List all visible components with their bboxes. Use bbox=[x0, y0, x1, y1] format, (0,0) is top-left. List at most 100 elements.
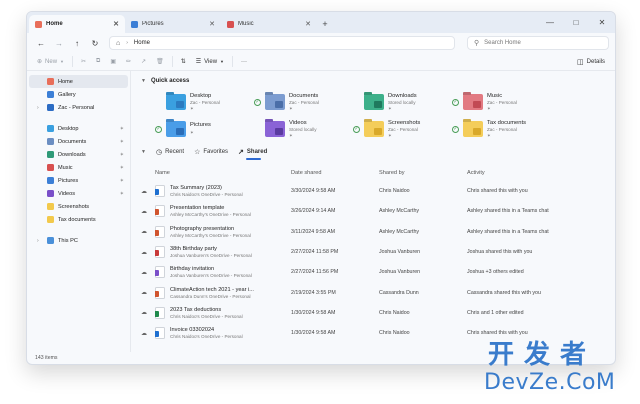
column-header-activity[interactable]: Activity bbox=[467, 170, 607, 176]
file-text: Tax Summary (2023) Chris Naidoo's OneDriv… bbox=[170, 185, 243, 197]
quick-access-item[interactable]: Downloads Stored locally ✶ bbox=[353, 90, 452, 114]
tab-music[interactable]: Music ✕ bbox=[221, 15, 317, 33]
up-icon[interactable]: ↑ bbox=[69, 35, 85, 51]
quick-access-sub: Zac - Personal bbox=[190, 99, 220, 105]
table-row[interactable]: ☁ 38th Birthday party Joshua Vanburen's On… bbox=[141, 242, 607, 262]
activity: Chris and 1 other edited bbox=[467, 309, 524, 316]
toolbar-divider bbox=[72, 56, 74, 67]
column-header-shared-by[interactable]: Shared by bbox=[379, 170, 467, 176]
back-icon[interactable]: ← bbox=[33, 35, 49, 51]
quick-access-item[interactable]: ✓ Music Zac - Personal ✶ bbox=[452, 90, 551, 114]
refresh-icon[interactable]: ↻ bbox=[87, 35, 103, 51]
view-button[interactable]: ☰ View ▼ bbox=[194, 55, 226, 69]
chevron-down-icon[interactable]: ▼ bbox=[141, 149, 146, 155]
new-tab-button[interactable]: + bbox=[317, 15, 333, 33]
sidebar-item-gallery[interactable]: Gallery bbox=[29, 88, 128, 101]
videos-icon bbox=[47, 190, 54, 197]
quick-access-item[interactable]: ✓ Documents Zac - Personal ✶ bbox=[254, 90, 353, 114]
window-controls: — □ ✕ bbox=[537, 12, 615, 33]
quick-access-item[interactable]: ✓ Tax documents Zac - Personal ✶ bbox=[452, 117, 551, 141]
delete-icon[interactable]: 🗑 bbox=[154, 55, 166, 69]
cloud-icon: ☁ bbox=[141, 229, 147, 236]
forward-icon[interactable]: → bbox=[51, 35, 67, 51]
sidebar-item-videos[interactable]: Videos ✶ bbox=[29, 187, 128, 200]
address-chevron-icon: › bbox=[126, 40, 128, 46]
quick-access-item[interactable]: ✓ Pictures ✶ bbox=[155, 117, 254, 141]
quick-access-name: Videos bbox=[289, 119, 307, 126]
quick-access-name: Documents bbox=[289, 92, 319, 99]
date-shared: 2/19/2024 3:55 PM bbox=[291, 289, 336, 296]
table-row[interactable]: ☁ 2023 Tax deductions Chris Naidoo's OneDr… bbox=[141, 303, 607, 323]
sidebar-item-zac-personal[interactable]: › Zac - Personal bbox=[29, 101, 128, 114]
file-name-cell: ClimateAction tech 2021 - year i... Cassa… bbox=[155, 286, 291, 299]
sidebar-item-pictures[interactable]: Pictures ✶ bbox=[29, 174, 128, 187]
sidebar-item-home[interactable]: Home bbox=[29, 75, 128, 88]
tab-pictures[interactable]: Pictures ✕ bbox=[125, 15, 221, 33]
details-label: Details bbox=[586, 58, 605, 65]
close-tab-icon[interactable]: ✕ bbox=[305, 20, 311, 28]
quick-access-name: Music bbox=[487, 92, 503, 99]
activity: Ashley shared this in a Teams chat bbox=[467, 208, 549, 215]
sync-check-icon: ✓ bbox=[452, 125, 459, 133]
table-row[interactable]: ☁ Presentation template Ashley McCarthy's … bbox=[141, 201, 607, 221]
table-row[interactable]: ☁ ClimateAction tech 2021 - year i... Cass… bbox=[141, 282, 607, 302]
tab-shared[interactable]: ↗ Shared bbox=[238, 145, 268, 160]
close-tab-icon[interactable]: ✕ bbox=[209, 20, 215, 28]
date-shared: 3/26/2024 9:14 AM bbox=[291, 208, 336, 215]
column-header-date-shared[interactable]: Date shared bbox=[291, 170, 379, 176]
sidebar-item-label: Home bbox=[58, 78, 73, 85]
sidebar-item-tax-documents[interactable]: Tax documents bbox=[29, 213, 128, 226]
sidebar-item-documents[interactable]: Documents ✶ bbox=[29, 135, 128, 148]
tab-recent[interactable]: ◷ Recent bbox=[156, 145, 184, 159]
sidebar-item-downloads[interactable]: Downloads ✶ bbox=[29, 148, 128, 161]
file-name-cell: Birthday invitation Joshua Vanburen's One… bbox=[155, 266, 291, 279]
pictures-icon bbox=[47, 177, 54, 184]
file-tab-label: Shared bbox=[246, 149, 268, 155]
quick-access-item[interactable]: ✓ Screenshots Zac - Personal ✶ bbox=[353, 117, 452, 141]
sidebar-item-music[interactable]: Music ✶ bbox=[29, 161, 128, 174]
quick-access-text: Music Zac - Personal ✶ bbox=[487, 93, 517, 112]
table-row[interactable]: ☁ Birthday invitation Joshua Vanburen's On… bbox=[141, 262, 607, 282]
share-icon[interactable]: ↗ bbox=[139, 55, 148, 69]
new-button[interactable]: ⊕ New ▼ bbox=[35, 55, 66, 69]
minimize-icon[interactable]: — bbox=[537, 12, 563, 33]
copy-icon[interactable]: ⧉ bbox=[94, 55, 102, 69]
sidebar-item-label: Desktop bbox=[58, 125, 79, 132]
details-button[interactable]: ◫ Details bbox=[575, 55, 607, 69]
search-box[interactable]: ⚲ Search Home bbox=[467, 36, 609, 50]
sidebar-item-this-pc[interactable]: › This PC bbox=[29, 234, 128, 247]
cut-icon[interactable]: ✂ bbox=[79, 55, 88, 69]
rename-icon[interactable]: ✏ bbox=[124, 55, 133, 69]
tab-home[interactable]: Home ✕ bbox=[29, 15, 125, 33]
sort-button[interactable]: ⇅ bbox=[179, 55, 188, 69]
music-folder-icon bbox=[463, 94, 483, 110]
close-icon[interactable]: ✕ bbox=[589, 12, 615, 33]
quick-access-grid: Desktop Zac - Personal ✶ ✓ Documents Zac - Pe… bbox=[141, 90, 607, 141]
file-name: Photography presentation bbox=[170, 225, 235, 232]
tab-label: Home bbox=[46, 21, 63, 27]
chevron-right-icon[interactable]: › bbox=[37, 105, 43, 111]
quick-access-item[interactable]: Videos Stored locally ✶ bbox=[254, 117, 353, 141]
more-options-button[interactable]: ··· bbox=[239, 55, 249, 69]
activity: Joshua shared this with you bbox=[467, 249, 533, 256]
chevron-right-icon[interactable]: › bbox=[37, 238, 43, 244]
maximize-icon[interactable]: □ bbox=[563, 12, 589, 33]
sidebar-item-desktop[interactable]: Desktop ✶ bbox=[29, 122, 128, 135]
sidebar-item-label: Music bbox=[58, 164, 73, 171]
file-location: Chris Naidoo's OneDrive - Personal bbox=[170, 313, 243, 319]
paste-icon[interactable]: ▣ bbox=[108, 55, 118, 69]
address-bar[interactable]: ⌂ › Home bbox=[109, 36, 455, 50]
documents-folder-icon bbox=[265, 94, 285, 110]
quick-access-item[interactable]: Desktop Zac - Personal ✶ bbox=[155, 90, 254, 114]
close-tab-icon[interactable]: ✕ bbox=[113, 20, 119, 28]
table-row[interactable]: ☁ Tax Summary (2023) Chris Naidoo's OneDri… bbox=[141, 181, 607, 201]
column-header-name[interactable]: Name bbox=[155, 170, 291, 176]
sidebar-item-screenshots[interactable]: Screenshots bbox=[29, 200, 128, 213]
quick-access-header[interactable]: ▼ Quick access bbox=[141, 74, 607, 88]
table-row[interactable]: ☁ Photography presentation Ashley McCarthy… bbox=[141, 222, 607, 242]
sidebar-item-label: Screenshots bbox=[58, 203, 90, 210]
tab-favorites[interactable]: ☆ Favorites bbox=[194, 145, 228, 159]
file-name: ClimateAction tech 2021 - year i... bbox=[170, 286, 254, 293]
tab-label: Pictures bbox=[142, 21, 164, 27]
